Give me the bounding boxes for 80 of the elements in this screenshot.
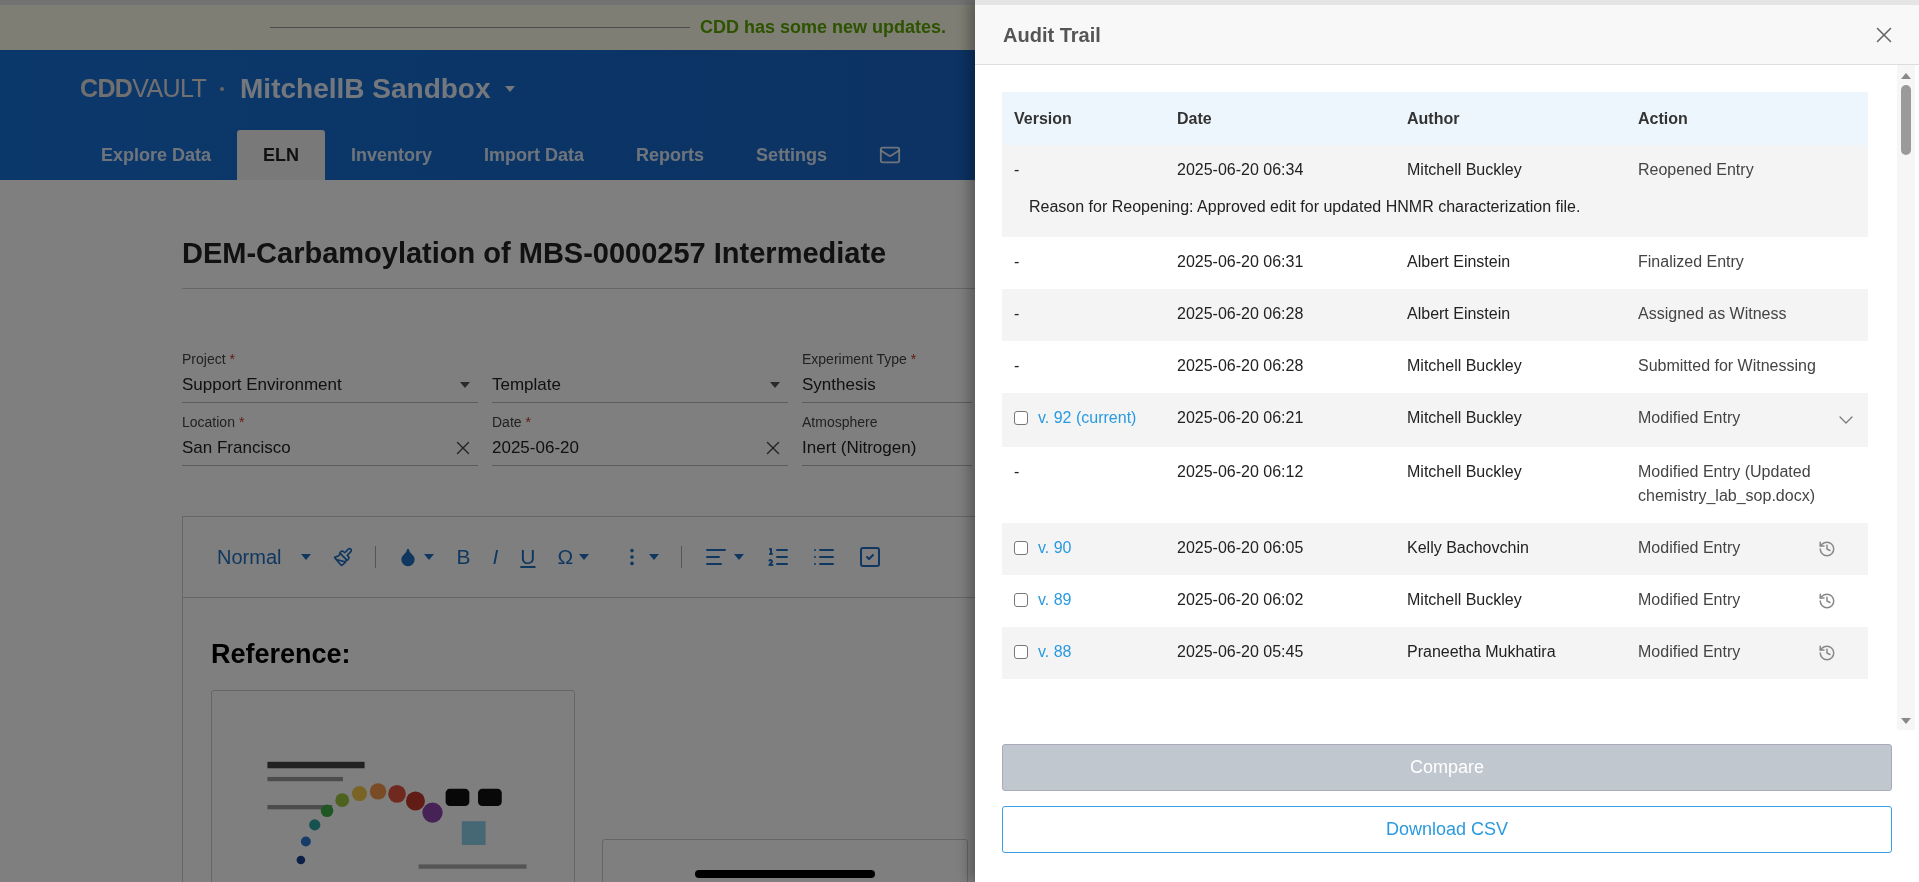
field-label: Date xyxy=(492,413,522,430)
date-cell-text: 2025-06-20 06:34 xyxy=(1177,160,1305,180)
required-mark: * xyxy=(238,413,245,430)
column-header: Date xyxy=(1177,108,1213,129)
column-header: Author xyxy=(1407,108,1461,129)
action-cell-text: Modified Entry xyxy=(1638,408,1742,428)
style-dropdown[interactable]: Normal xyxy=(217,541,312,572)
author-cell-text: Kelly Bachovchin xyxy=(1407,538,1530,558)
version-cell-text: - xyxy=(1014,356,1020,376)
nav-tab[interactable]: Import Data xyxy=(458,130,611,180)
action-cell-text: Modified Entry xyxy=(1638,642,1742,662)
required-mark: * xyxy=(910,350,917,367)
column-header: Version xyxy=(1013,108,1073,129)
input-field[interactable]: 2025-06-20 xyxy=(492,431,788,466)
version-link[interactable]: v. 92 (current) xyxy=(1038,406,1137,430)
select-field[interactable]: Support Environment xyxy=(182,368,478,403)
nav-tab[interactable]: Reports xyxy=(610,130,731,180)
action-cell-text: Submitted for Witnessing xyxy=(1638,356,1817,376)
field-label: Project xyxy=(182,350,226,367)
field-label: Experiment Type xyxy=(802,350,907,367)
author-cell-text: Albert Einstein xyxy=(1407,252,1512,272)
action-cell-text: Modified Entry xyxy=(1638,590,1742,610)
date-cell-text: 2025-06-20 06:02 xyxy=(1177,590,1305,610)
format-button[interactable]: U xyxy=(520,540,536,573)
author-cell-text: Albert Einstein xyxy=(1407,304,1512,324)
version-link[interactable]: v. 90 xyxy=(1038,536,1072,560)
author-cell-text: Mitchell Buckley xyxy=(1407,160,1523,180)
field-value: Synthesis xyxy=(802,374,877,397)
field-label: Atmosphere xyxy=(802,413,878,430)
field-label: Location xyxy=(182,413,235,430)
panel-title: Audit Trail xyxy=(1003,22,1101,48)
input-field[interactable]: Inert (Nitrogen) xyxy=(802,431,972,466)
format-button[interactable]: I xyxy=(492,540,499,573)
date-cell-text: 2025-06-20 05:45 xyxy=(1177,642,1305,662)
version-link[interactable]: v. 89 xyxy=(1038,588,1072,612)
action-cell-text: Modified Entry xyxy=(1638,538,1742,558)
input-field[interactable]: Synthesis xyxy=(802,368,972,403)
entry-title: DEM-Carbamoylation of MBS-0000257 Intermediate xyxy=(182,236,888,271)
required-mark: * xyxy=(525,413,532,430)
author-cell-text: Mitchell Buckley xyxy=(1407,356,1523,376)
date-cell-text: 2025-06-20 06:28 xyxy=(1177,356,1305,376)
reference-heading: Reference: xyxy=(211,637,351,671)
field-value: Inert (Nitrogen) xyxy=(802,437,918,460)
column-header: Action xyxy=(1638,108,1689,129)
date-cell-text: 2025-06-20 06:12 xyxy=(1177,462,1305,482)
action-cell-text: Assigned as Witness xyxy=(1638,304,1788,324)
date-cell-text: 2025-06-20 06:31 xyxy=(1177,252,1305,272)
field-value: Template xyxy=(492,374,562,397)
select-field[interactable]: Template xyxy=(492,368,788,403)
field-value: 2025-06-20 xyxy=(492,437,580,460)
format-button[interactable]: Ω xyxy=(557,540,590,573)
action-cell-text: Finalized Entry xyxy=(1638,252,1745,272)
logo[interactable]: CDDVAULT xyxy=(80,70,207,108)
format-button[interactable]: B xyxy=(456,540,471,573)
nav-tab[interactable]: Inventory xyxy=(325,130,459,180)
date-cell-text: 2025-06-20 06:21 xyxy=(1177,408,1305,428)
nav-tab[interactable]: Settings xyxy=(730,130,854,180)
version-cell-text: - xyxy=(1014,304,1020,324)
version-cell-text: - xyxy=(1014,160,1020,180)
input-field[interactable]: San Francisco xyxy=(182,431,478,466)
action-cell-text: Reopened Entry xyxy=(1638,160,1755,180)
required-mark: * xyxy=(229,350,236,367)
vault-name[interactable]: MitchellB Sandbox xyxy=(240,68,491,110)
author-cell-text: Mitchell Buckley xyxy=(1407,462,1523,482)
nav-tab[interactable]: ELN xyxy=(237,130,326,180)
date-cell-text: 2025-06-20 06:05 xyxy=(1177,538,1305,558)
author-cell-text: Praneetha Mukhatira xyxy=(1407,642,1557,662)
version-cell-text: - xyxy=(1014,462,1020,482)
author-cell-text: Mitchell Buckley xyxy=(1407,590,1523,610)
version-cell-text: - xyxy=(1014,252,1020,272)
action-cell-text: Modified Entry (Updated chemistry_lab_sop.docx) xyxy=(1638,462,1816,506)
nav-tab[interactable]: Explore Data xyxy=(75,130,238,180)
author-cell-text: Mitchell Buckley xyxy=(1407,408,1523,428)
field-value: San Francisco xyxy=(182,437,292,460)
download-csv-button[interactable]: Download CSV xyxy=(1002,806,1892,853)
field-value: Support Environment xyxy=(182,374,343,397)
update-banner[interactable]: CDD has some new updates. xyxy=(700,14,947,41)
date-cell-text: 2025-06-20 06:28 xyxy=(1177,304,1305,324)
version-link[interactable]: v. 88 xyxy=(1038,640,1072,664)
reopen-reason: Reason for Reopening: Approved edit for updated HNMR characterization file. xyxy=(1029,198,1581,215)
